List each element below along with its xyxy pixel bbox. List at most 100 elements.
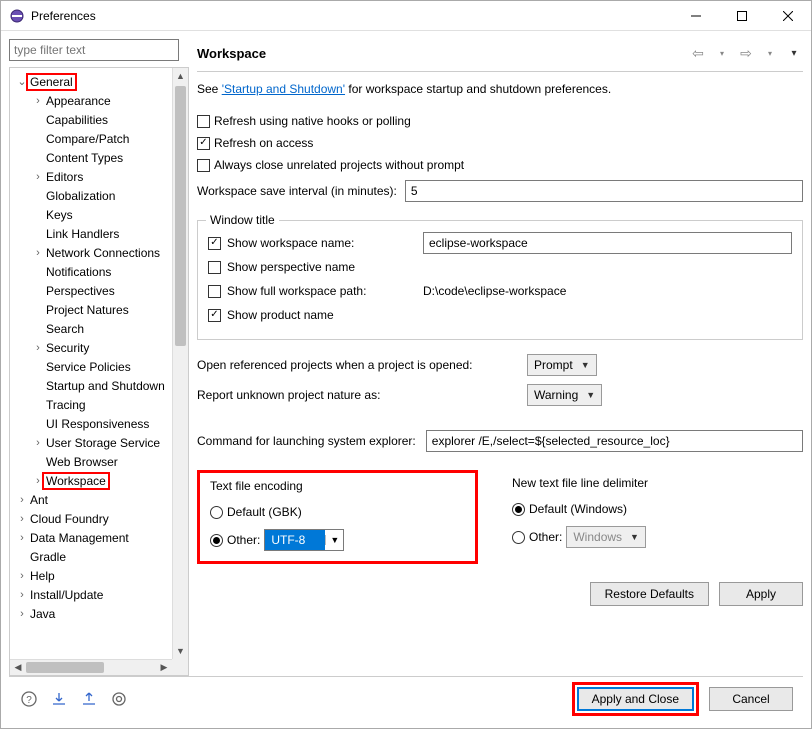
tree-label: Compare/Patch (44, 132, 129, 146)
delimiter-group-title: New text file line delimiter (512, 476, 793, 490)
tree-item-ui-responsiveness[interactable]: ·UI Responsiveness (10, 414, 172, 433)
tree-item-data-management[interactable]: ›Data Management (10, 528, 172, 547)
tree-item-content-types[interactable]: ·Content Types (10, 148, 172, 167)
open-referenced-select[interactable]: Prompt ▼ (527, 354, 597, 376)
back-icon[interactable]: ⇦ (689, 44, 707, 62)
tree-item-web-browser[interactable]: ·Web Browser (10, 452, 172, 471)
minimize-button[interactable] (673, 1, 719, 31)
tree-item-editors[interactable]: ›Editors (10, 167, 172, 186)
show-full-path-row: Show full workspace path: D:\code\eclips… (208, 279, 792, 303)
refresh-access-row: Refresh on access (197, 132, 803, 154)
show-workspace-name-label: Show workspace name: (227, 236, 417, 250)
encoding-group-title: Text file encoding (210, 479, 465, 493)
tree-item-service-policies[interactable]: ·Service Policies (10, 357, 172, 376)
tree-item-cloud-foundry[interactable]: ›Cloud Foundry (10, 509, 172, 528)
scroll-thumb[interactable] (175, 86, 186, 346)
export-icon[interactable] (79, 689, 99, 709)
delimiter-group: New text file line delimiter Default (Wi… (502, 470, 803, 564)
import-icon[interactable] (49, 689, 69, 709)
show-full-path-label: Show full workspace path: (227, 284, 417, 298)
scroll-down-icon[interactable]: ▼ (173, 643, 188, 659)
save-interval-row: Workspace save interval (in minutes): (197, 180, 803, 202)
tree-item-tracing[interactable]: ·Tracing (10, 395, 172, 414)
tree-item-search[interactable]: ·Search (10, 319, 172, 338)
window-title-group-label: Window title (206, 213, 279, 227)
tree-item-ant[interactable]: ›Ant (10, 490, 172, 509)
close-button[interactable] (765, 1, 811, 31)
refresh-access-checkbox[interactable] (197, 137, 210, 150)
tree-item-security[interactable]: ›Security (10, 338, 172, 357)
tree-item-compare-patch[interactable]: ·Compare/Patch (10, 129, 172, 148)
open-referenced-row: Open referenced projects when a project … (197, 354, 803, 376)
chevron-down-icon: ▼ (325, 535, 343, 545)
tree-label: Project Natures (44, 303, 129, 317)
tree-item-appearance[interactable]: ›Appearance (10, 91, 172, 110)
report-nature-select[interactable]: Warning ▼ (527, 384, 602, 406)
show-perspective-checkbox[interactable] (208, 261, 221, 274)
scroll-thumb[interactable] (26, 662, 104, 673)
page-header: Workspace ⇦ ▾ ⇨ ▾ ▾ (197, 39, 803, 67)
view-menu-icon[interactable]: ▾ (785, 44, 803, 62)
forward-icon[interactable]: ⇨ (737, 44, 755, 62)
chevron-down-icon: ▼ (581, 360, 590, 370)
apply-and-close-button[interactable]: Apply and Close (577, 687, 694, 711)
tree-item-gradle[interactable]: ·Gradle (10, 547, 172, 566)
see-line: See 'Startup and Shutdown' for workspace… (197, 82, 803, 96)
tree-item-globalization[interactable]: ·Globalization (10, 186, 172, 205)
window-controls (673, 1, 811, 31)
workspace-name-input[interactable] (423, 232, 792, 254)
oomph-icon[interactable] (109, 689, 129, 709)
tree-item-help[interactable]: ›Help (10, 566, 172, 585)
tree-item-capabilities[interactable]: ·Capabilities (10, 110, 172, 129)
report-nature-value: Warning (534, 388, 578, 402)
encoding-other-radio[interactable] (210, 534, 223, 547)
tree-item-link-handlers[interactable]: ·Link Handlers (10, 224, 172, 243)
tree-scroll[interactable]: ⌄General ›Appearance ·Capabilities ·Comp… (10, 68, 172, 659)
tree-item-workspace[interactable]: ›Workspace (10, 471, 172, 490)
show-full-path-checkbox[interactable] (208, 285, 221, 298)
tree-label: Editors (44, 170, 83, 184)
scroll-left-icon[interactable]: ◀ (10, 662, 26, 673)
encoding-default-radio[interactable] (210, 506, 223, 519)
tree-item-startup-shutdown[interactable]: ·Startup and Shutdown (10, 376, 172, 395)
separator (197, 71, 803, 72)
tree-item-network[interactable]: ›Network Connections (10, 243, 172, 262)
apply-button[interactable]: Apply (719, 582, 803, 606)
tree-item-project-natures[interactable]: ·Project Natures (10, 300, 172, 319)
tree-item-java[interactable]: ›Java (10, 604, 172, 623)
restore-defaults-button[interactable]: Restore Defaults (590, 582, 709, 606)
delimiter-other-radio[interactable] (512, 531, 525, 544)
maximize-button[interactable] (719, 1, 765, 31)
encoding-other-combo[interactable]: UTF-8 ▼ (264, 529, 344, 551)
delimiter-other-value: Windows (573, 530, 622, 544)
delimiter-other-combo: Windows ▼ (566, 526, 646, 548)
scroll-up-icon[interactable]: ▲ (173, 68, 188, 84)
tree-item-perspectives[interactable]: ·Perspectives (10, 281, 172, 300)
show-product-checkbox[interactable] (208, 309, 221, 322)
bottom-icons: ? (19, 689, 129, 709)
tree-label: General (26, 73, 77, 91)
launch-cmd-input[interactable] (426, 430, 803, 452)
save-interval-input[interactable] (405, 180, 803, 202)
always-close-label: Always close unrelated projects without … (214, 158, 464, 172)
refresh-native-checkbox[interactable] (197, 115, 210, 128)
tree-vertical-scrollbar[interactable]: ▲ ▼ (172, 68, 188, 659)
back-menu-icon[interactable]: ▾ (713, 44, 731, 62)
tree-item-install-update[interactable]: ›Install/Update (10, 585, 172, 604)
delimiter-default-radio[interactable] (512, 503, 525, 516)
tree-item-user-storage[interactable]: ›User Storage Service (10, 433, 172, 452)
show-workspace-name-checkbox[interactable] (208, 237, 221, 250)
tree-horizontal-scrollbar[interactable]: ◀ ▶ (10, 659, 172, 675)
help-icon[interactable]: ? (19, 689, 39, 709)
tree-label: Capabilities (44, 113, 108, 127)
tree-item-keys[interactable]: ·Keys (10, 205, 172, 224)
forward-menu-icon[interactable]: ▾ (761, 44, 779, 62)
tree-item-notifications[interactable]: ·Notifications (10, 262, 172, 281)
tree-label: Content Types (44, 151, 123, 165)
scroll-right-icon[interactable]: ▶ (156, 662, 172, 673)
tree-item-general[interactable]: ⌄General (10, 72, 172, 91)
always-close-checkbox[interactable] (197, 159, 210, 172)
cancel-button[interactable]: Cancel (709, 687, 793, 711)
startup-shutdown-link[interactable]: 'Startup and Shutdown' (222, 82, 345, 96)
filter-input[interactable] (9, 39, 179, 61)
